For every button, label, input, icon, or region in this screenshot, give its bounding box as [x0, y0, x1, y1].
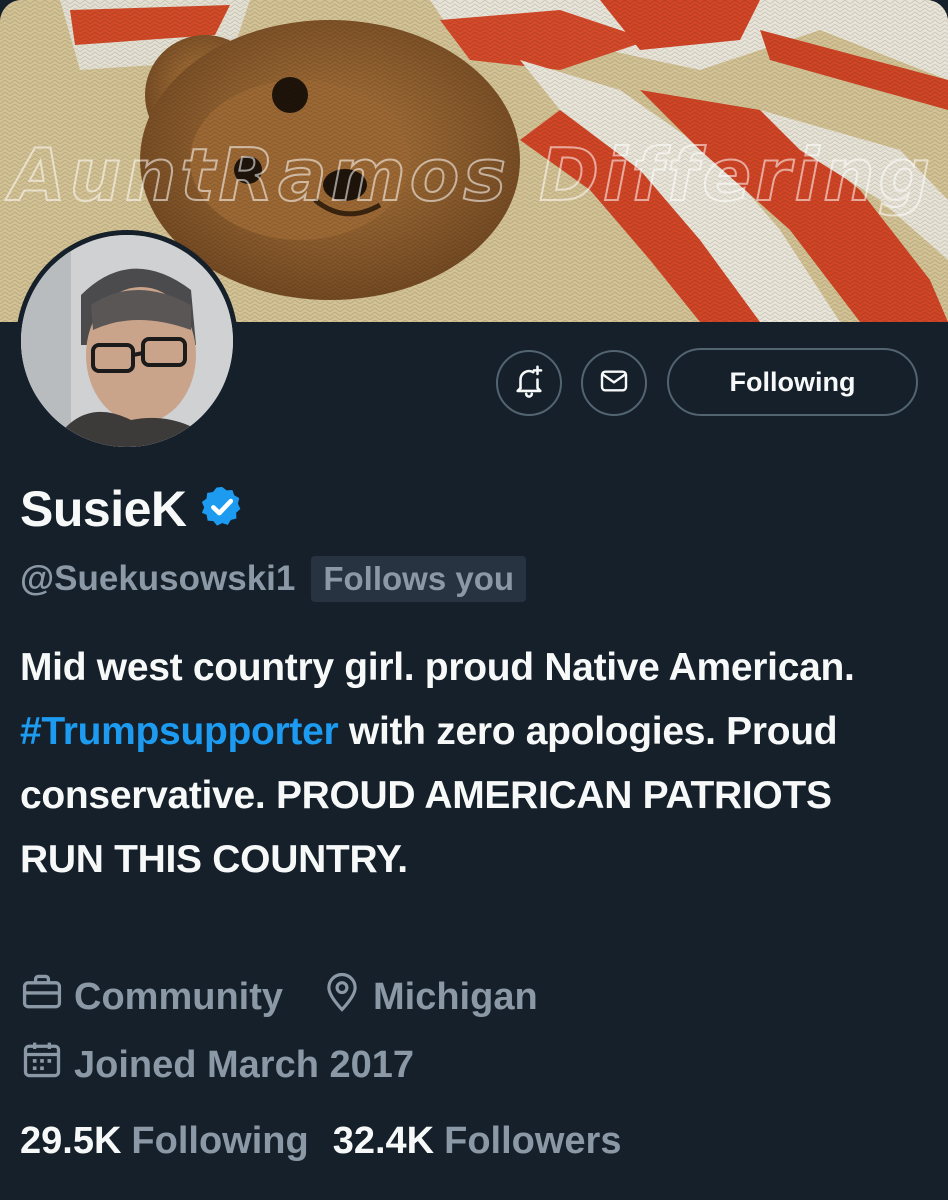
handle-row: @Suekusowski1 Follows you — [20, 556, 527, 602]
bio-hashtag-link[interactable]: #Trumpsupporter — [20, 710, 339, 753]
bell-plus-icon — [512, 364, 546, 403]
message-button[interactable] — [581, 350, 647, 416]
followers-label: Followers — [444, 1120, 622, 1162]
category-label: Community — [74, 975, 283, 1018]
bio-text-1: Mid west country girl. proud Native Amer… — [20, 646, 855, 689]
follow-stats: 29.5K Following 32.4K Followers — [20, 1120, 645, 1163]
notify-button[interactable] — [496, 350, 562, 416]
location-item: Michigan — [321, 971, 538, 1023]
followers-stat-link[interactable]: 32.4K Followers — [333, 1120, 622, 1163]
joined-row: Joined March 2017 — [20, 1038, 452, 1092]
following-label: Following — [131, 1120, 309, 1162]
following-stat-link[interactable]: 29.5K Following — [20, 1120, 309, 1163]
follows-you-badge: Follows you — [311, 556, 527, 602]
following-count: 29.5K — [20, 1120, 122, 1162]
name-row: SusieK — [20, 480, 245, 538]
followers-count: 32.4K — [332, 1120, 435, 1162]
user-handle: @Suekusowski1 — [20, 559, 296, 598]
svg-text:AuntRamos Differing: AuntRamos Differing — [5, 133, 934, 217]
display-name: SusieK — [20, 481, 187, 537]
following-button[interactable]: Following — [667, 348, 918, 416]
profile-avatar[interactable] — [16, 230, 238, 452]
profile-page: AuntRamos Differing Following SusieK @Su… — [0, 0, 948, 1200]
avatar-photo — [21, 235, 233, 447]
calendar-icon — [20, 1038, 64, 1092]
profile-meta-row: Community Michigan — [20, 970, 576, 1024]
location-label: Michigan — [373, 975, 538, 1018]
joined-item: Joined March 2017 — [20, 1038, 414, 1092]
location-pin-icon — [321, 971, 363, 1023]
profile-bio: Mid west country girl. proud Native Amer… — [20, 636, 920, 892]
verified-badge-icon[interactable] — [199, 484, 245, 535]
joined-date: Joined March 2017 — [74, 1043, 415, 1086]
category-item: Community — [20, 970, 283, 1024]
briefcase-icon — [20, 970, 64, 1024]
envelope-icon — [598, 365, 630, 402]
